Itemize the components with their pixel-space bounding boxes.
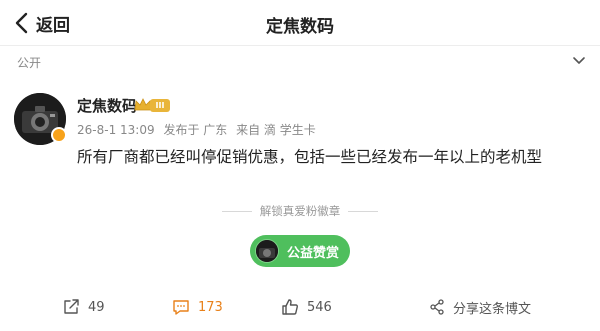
post-date: 26-8-1 13:09 (77, 123, 155, 137)
action-bar: 49 173 546 分享这条博文 (0, 293, 600, 321)
thumbs-up-icon (282, 299, 298, 315)
visibility-label: 公开 (17, 56, 42, 70)
unlock-fan-badge[interactable]: 解锁真爱粉徽章 (0, 203, 600, 219)
public-tip-button[interactable]: 公益赞赏 (250, 235, 350, 267)
repost-button[interactable]: 49 (62, 293, 105, 321)
comment-button[interactable]: 173 (172, 293, 223, 321)
repost-count: 49 (88, 299, 105, 315)
weibo-post-page: 返回 定焦数码 公开 定焦数码 III 26-8-1 13:09 发布于 广东 … (0, 0, 600, 331)
top-navbar: 返回 定焦数码 (0, 0, 600, 46)
tip-label: 公益赞赏 (287, 245, 340, 261)
like-button[interactable]: 546 (281, 293, 332, 321)
page-title: 定焦数码 (266, 17, 334, 37)
verified-badge-icon (51, 127, 67, 143)
share-icon (430, 299, 444, 315)
camera-figure-icon (256, 240, 278, 262)
divider-right (348, 210, 379, 212)
post-text: 所有厂商都已经叫停促销优惠，包括一些已经发布一年以上的老机型 (77, 148, 543, 166)
post-location: 发布于 广东 (163, 123, 228, 137)
share-button[interactable]: 分享这条博文 (429, 293, 531, 321)
unlock-fan-badge-label: 解锁真爱粉徽章 (259, 204, 341, 218)
visibility-row[interactable]: 公开 (0, 47, 600, 77)
repost-icon (64, 299, 79, 314)
post-meta: 26-8-1 13:09 发布于 广东 来自 滴 学生卡 (77, 121, 321, 138)
member-level-badge: III (150, 99, 170, 112)
divider-left (221, 210, 252, 212)
comment-icon (173, 300, 189, 315)
chevron-down-icon[interactable] (572, 56, 586, 66)
post-source[interactable]: 来自 滴 学生卡 (236, 123, 316, 137)
tip-avatar (255, 239, 279, 263)
share-label: 分享这条博文 (453, 301, 532, 317)
like-count: 546 (307, 299, 332, 315)
author-name[interactable]: 定焦数码 (77, 95, 137, 116)
comment-count: 173 (198, 299, 223, 315)
